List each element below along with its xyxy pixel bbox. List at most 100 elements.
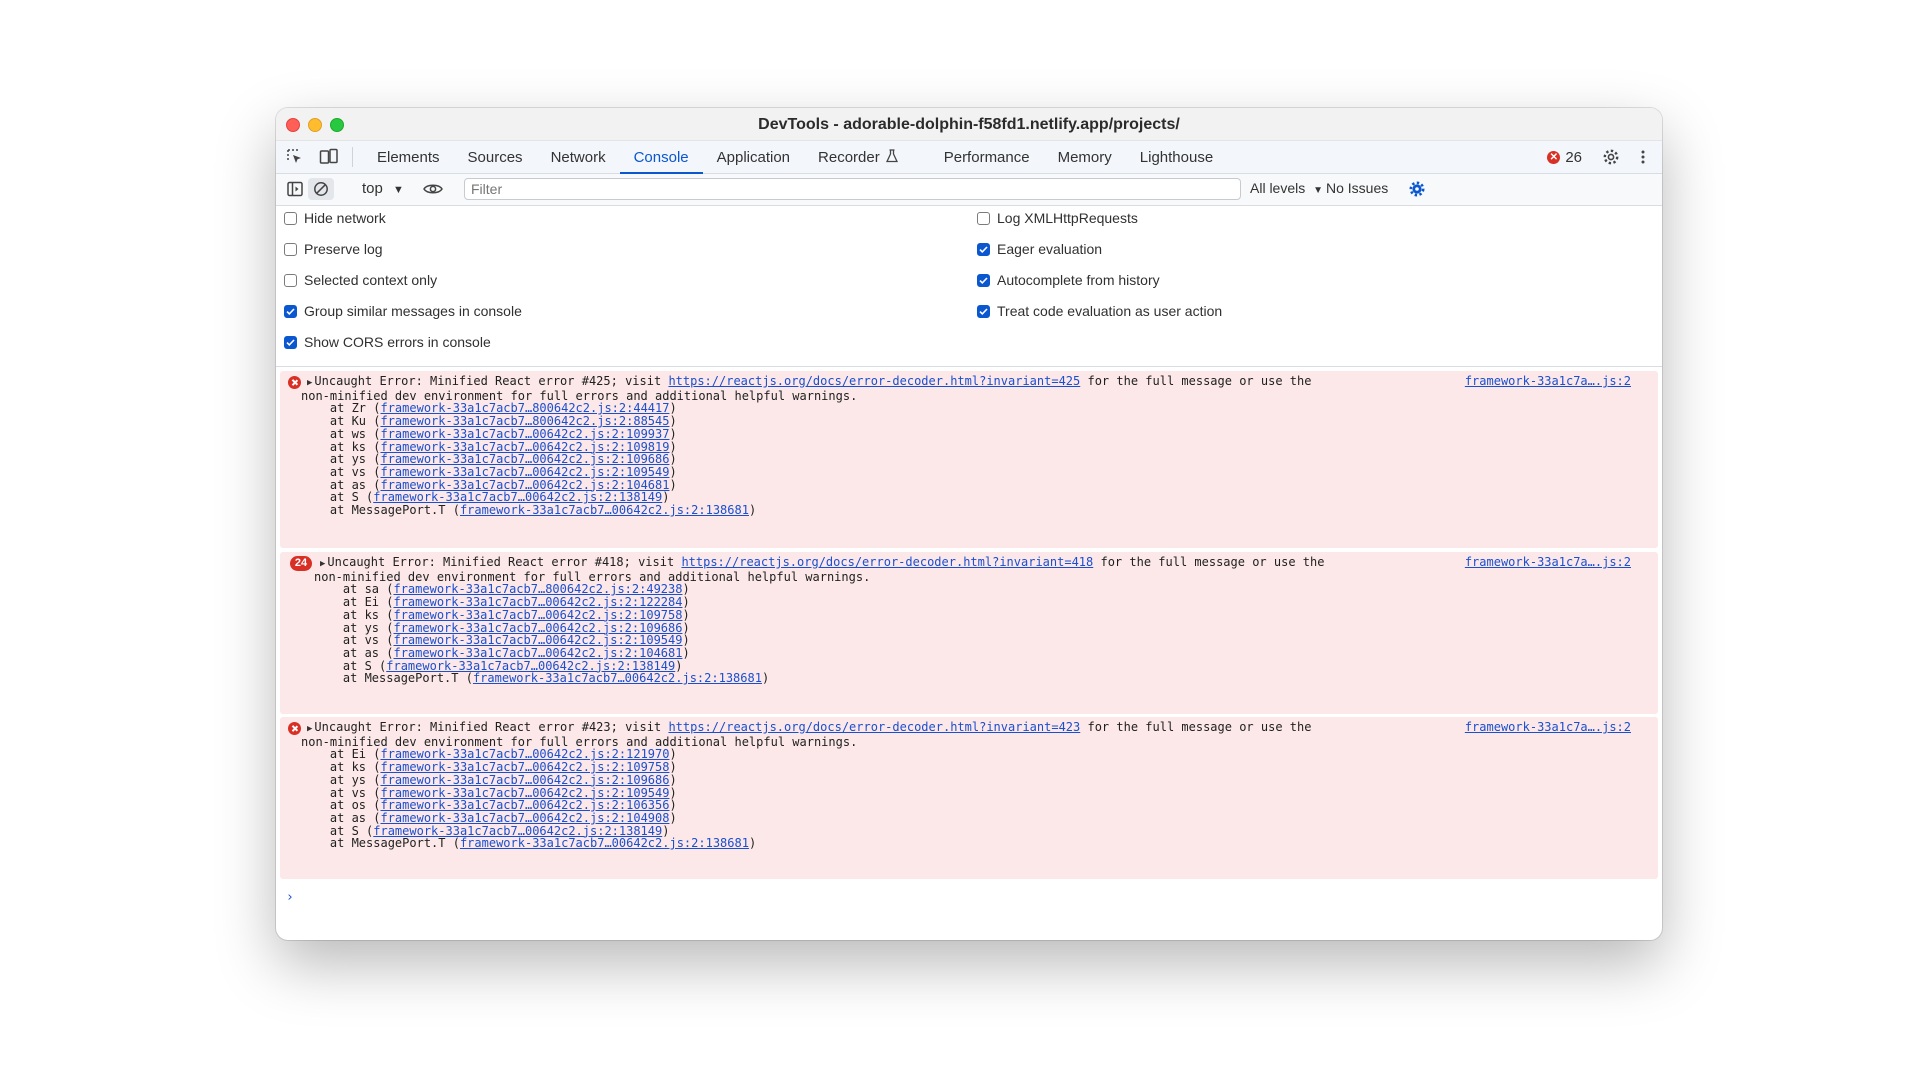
console-error-message[interactable]: ▶ Uncaught Error: Minified React error #4…: [280, 371, 1658, 548]
checkbox[interactable]: [284, 273, 297, 287]
checkbox-label: Show CORS errors in console: [304, 334, 491, 350]
eye-icon[interactable]: [422, 178, 444, 200]
tab-label: Memory: [1057, 148, 1112, 166]
setting-preserve-log[interactable]: Preserve log: [284, 241, 383, 257]
tab-performance[interactable]: Performance: [930, 141, 1044, 173]
inspect-element-icon[interactable]: [284, 146, 306, 168]
console-toolbar: top ▼ All levels ▼ No Issues: [276, 174, 1662, 206]
devtools-window: DevTools - adorable-dolphin-f58fd1.netli…: [276, 108, 1662, 940]
tab-label: Lighthouse: [1139, 148, 1214, 166]
checkbox[interactable]: [284, 242, 297, 256]
checkbox[interactable]: [977, 304, 990, 318]
stack-close-paren: ): [761, 671, 770, 686]
tab-label: Elements: [377, 148, 440, 166]
checkbox[interactable]: [284, 304, 297, 318]
message-text: Uncaught Error: Minified React error #42…: [314, 374, 669, 388]
tab-label: Recorder: [818, 148, 880, 166]
chevron-down-icon: ▼: [1313, 185, 1324, 196]
issues-button[interactable]: No Issues: [1326, 180, 1388, 196]
stack-frame: at MessagePort.T (framework-33a1c7acb7…0…: [301, 837, 1305, 850]
error-icon: [288, 722, 301, 735]
log-levels-value: All levels: [1250, 180, 1306, 196]
setting-treat-code-evaluation-as-user-action[interactable]: Treat code evaluation as user action: [977, 303, 1222, 319]
message-text: for the full message or use the: [1080, 720, 1312, 734]
message-text: Uncaught Error: Minified React error #41…: [327, 555, 682, 569]
tab-label: Sources: [467, 148, 523, 166]
tab-recorder[interactable]: Recorder: [804, 141, 912, 173]
expand-triangle-icon[interactable]: ▶: [320, 558, 325, 571]
checkbox[interactable]: [977, 211, 990, 225]
expand-triangle-icon[interactable]: ▶: [307, 723, 312, 736]
sidebar-toggle-icon[interactable]: [284, 178, 306, 200]
setting-show-cors-errors-in-console[interactable]: Show CORS errors in console: [284, 334, 491, 350]
tab-label: Console: [633, 148, 689, 166]
message-body: ▶ Uncaught Error: Minified React error #4…: [314, 556, 1324, 685]
filter-input[interactable]: [464, 178, 1241, 200]
message-body: ▶ Uncaught Error: Minified React error #4…: [301, 374, 1311, 517]
chevron-down-icon: ▼: [393, 184, 404, 196]
checkbox[interactable]: [284, 211, 297, 225]
setting-log-xmlhttprequests[interactable]: Log XMLHttpRequests: [977, 210, 1138, 226]
stack-source-link[interactable]: framework-33a1c7acb7…00642c2.js:2:138681: [460, 503, 749, 517]
message-first-line: ▶ Uncaught Error: Minified React error #4…: [320, 556, 1324, 571]
settings-gear-icon[interactable]: [1406, 178, 1428, 200]
expand-triangle-icon[interactable]: ▶: [307, 377, 312, 390]
stack-function: at MessagePort.T (: [314, 671, 473, 686]
tab-label: Performance: [943, 148, 1030, 166]
stack-function: at MessagePort.T (: [301, 836, 460, 851]
stack-source-link[interactable]: framework-33a1c7acb7…00642c2.js:2:138681: [473, 671, 762, 685]
stack-frame: at MessagePort.T (framework-33a1c7acb7…0…: [314, 672, 1318, 685]
error-icon: ✕: [1547, 150, 1561, 164]
tab-lighthouse[interactable]: Lighthouse: [1126, 141, 1227, 173]
message-source-link[interactable]: framework-33a1c7a….js:2: [1465, 556, 1631, 569]
setting-autocomplete-from-history[interactable]: Autocomplete from history: [977, 272, 1160, 288]
stack-source-link[interactable]: framework-33a1c7acb7…00642c2.js:2:138681: [460, 836, 749, 850]
stack-close-paren: ): [669, 810, 677, 825]
error-count-button[interactable]: ✕ 26: [1547, 149, 1582, 166]
setting-group-similar-messages-in-console[interactable]: Group similar messages in console: [284, 303, 522, 319]
more-vertical-icon[interactable]: [1632, 146, 1654, 168]
tab-console[interactable]: Console: [619, 141, 703, 174]
tab-application[interactable]: Application: [703, 141, 804, 173]
console-error-message[interactable]: 24 ▶ Uncaught Error: Minified React error …: [280, 552, 1658, 714]
error-decoder-link[interactable]: https://reactjs.org/docs/error-decoder.h…: [668, 720, 1080, 734]
checkbox[interactable]: [284, 335, 297, 349]
setting-eager-evaluation[interactable]: Eager evaluation: [977, 241, 1102, 257]
tab-network[interactable]: Network: [537, 141, 620, 173]
tab-elements[interactable]: Elements: [363, 141, 454, 173]
tab-memory[interactable]: Memory: [1044, 141, 1126, 173]
checkbox-label: Preserve log: [304, 241, 383, 257]
setting-hide-network[interactable]: Hide network: [284, 210, 386, 226]
checkbox-label: Group similar messages in console: [304, 303, 522, 319]
error-decoder-link[interactable]: https://reactjs.org/docs/error-decoder.h…: [681, 555, 1093, 569]
error-decoder-link[interactable]: https://reactjs.org/docs/error-decoder.h…: [668, 374, 1080, 388]
setting-selected-context-only[interactable]: Selected context only: [284, 272, 437, 288]
stack-close-paren: ): [748, 836, 757, 851]
log-levels-dropdown[interactable]: All levels ▼: [1250, 180, 1323, 196]
repeat-count-badge: 24: [290, 556, 312, 571]
message-source-link[interactable]: framework-33a1c7a….js:2: [1465, 375, 1631, 388]
checkbox[interactable]: [977, 273, 990, 287]
clear-console-icon[interactable]: [308, 178, 334, 200]
context-selector[interactable]: top ▼: [362, 180, 404, 197]
tab-bar-actions: ✕ 26: [1547, 141, 1654, 173]
message-body: ▶ Uncaught Error: Minified React error #4…: [301, 721, 1311, 850]
console-prompt[interactable]: ›: [286, 890, 294, 905]
stack-close-paren: ): [682, 645, 690, 660]
tab-sources[interactable]: Sources: [454, 141, 537, 173]
tab-label: Application: [716, 148, 791, 166]
console-settings-pane: Hide network Preserve log Selected context…: [276, 206, 1662, 367]
checkbox-label: Eager evaluation: [997, 241, 1103, 257]
checkbox-label: Hide network: [304, 210, 386, 226]
checkbox[interactable]: [977, 242, 990, 256]
stack-function: at MessagePort.T (: [301, 503, 460, 518]
message-source-link[interactable]: framework-33a1c7a….js:2: [1465, 721, 1631, 734]
error-icon: [288, 376, 301, 389]
device-toolbar-icon[interactable]: [318, 146, 340, 168]
stack-frame: at MessagePort.T (framework-33a1c7acb7…0…: [301, 504, 1305, 517]
message-text: Uncaught Error: Minified React error #42…: [314, 720, 669, 734]
message-first-line: ▶ Uncaught Error: Minified React error #4…: [307, 721, 1311, 736]
console-error-message[interactable]: ▶ Uncaught Error: Minified React error #4…: [280, 717, 1658, 879]
gear-icon[interactable]: [1600, 146, 1622, 168]
panel-tab-bar: Elements Sources Network Console Application…: [276, 141, 1662, 174]
